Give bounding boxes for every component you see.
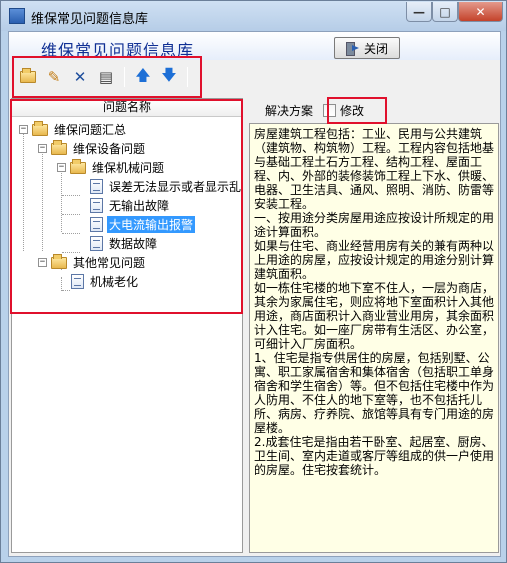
exit-icon — [345, 42, 360, 56]
app-window: 维保常见问题信息库 — □ ✕ 维保常见问题信息库 关闭 ✎ ✕ ▤ 🡅 🡇 问… — [0, 0, 507, 563]
title-bar[interactable]: 维保常见问题信息库 — □ ✕ — [1, 1, 506, 31]
tree-node-label: 维保问题汇总 — [54, 123, 127, 137]
solution-tab[interactable]: 解决方案 — [265, 102, 313, 119]
document-icon — [90, 198, 103, 213]
header-band: 维保常见问题信息库 关闭 — [9, 32, 500, 60]
collapse-toggle[interactable]: − — [38, 144, 47, 153]
move-up-icon: 🡅 — [135, 65, 151, 84]
tree-node-root[interactable]: − 维保问题汇总 — [19, 120, 128, 139]
solution-paragraph: 房屋建筑工程包括：工业、民用与公共建筑（建筑物、构筑物）工程。工程内容包括地基与… — [254, 127, 495, 211]
delete-button[interactable]: ✕ — [69, 66, 91, 88]
tree-node-label: 无输出故障 — [109, 199, 170, 213]
toolbar-separator — [124, 67, 125, 87]
solution-paragraph: 2.成套住宅是指由若干卧室、起居室、厨房、卫生间、室内走道或客厅等组成的供一户使… — [254, 435, 495, 477]
tree-node-other[interactable]: − 其他常见问题 — [38, 253, 147, 272]
open-folder-button[interactable] — [17, 66, 39, 88]
solution-content[interactable]: 房屋建筑工程包括：工业、民用与公共建筑（建筑物、构筑物）工程。工程内容包括地基与… — [249, 123, 499, 553]
collapse-toggle[interactable]: − — [19, 125, 28, 134]
tree-connector — [62, 233, 80, 234]
tree-node-label: 维保设备问题 — [73, 142, 146, 156]
move-down-button[interactable]: 🡇 — [158, 66, 180, 88]
question-tree-panel: 问题名称 − 维保问题汇总 − 维保设备问题 − 维保机械问题 误差无法显示或者… — [11, 98, 243, 553]
tree-connector — [62, 290, 70, 291]
collapse-toggle[interactable]: − — [57, 163, 66, 172]
client-area: 维保常见问题信息库 关闭 ✎ ✕ ▤ 🡅 🡇 问题名称 − 维保问题汇总 − 维… — [8, 31, 501, 557]
edit-label: 修改 — [340, 103, 365, 118]
collapse-toggle[interactable]: − — [38, 258, 47, 267]
maximize-button[interactable]: □ — [432, 2, 458, 22]
tree-node-label: 误差无法显示或者显示乱 — [109, 180, 242, 194]
document-icon — [90, 179, 103, 194]
tree-connector — [62, 195, 80, 196]
tree-connector — [23, 129, 24, 251]
window-title: 维保常见问题信息库 — [31, 12, 149, 27]
tree-node-equipment[interactable]: − 维保设备问题 — [38, 139, 147, 158]
folder-open-icon — [51, 253, 67, 269]
tree-node-label: 数据故障 — [109, 237, 158, 251]
document-icon — [90, 217, 103, 232]
tree-node-label: 其他常见问题 — [73, 256, 146, 270]
app-icon — [9, 8, 25, 24]
tree-node-item[interactable]: 无输出故障 — [90, 196, 171, 215]
page-title: 维保常见问题信息库 — [41, 41, 195, 60]
folder-open-icon — [70, 158, 86, 174]
tree-node-label: 维保机械问题 — [92, 161, 165, 175]
toolbar-separator — [187, 67, 188, 87]
close-button[interactable]: 关闭 — [334, 37, 400, 59]
close-button-label: 关闭 — [363, 41, 388, 56]
tree-connector — [62, 214, 80, 215]
document-icon — [90, 236, 103, 251]
folder-open-icon — [32, 120, 48, 136]
tree-node-label: 机械老化 — [90, 275, 139, 289]
properties-icon: ▤ — [98, 68, 114, 86]
properties-button[interactable]: ▤ — [95, 66, 117, 88]
tree-node-item[interactable]: 数据故障 — [90, 234, 159, 253]
tree-column-header[interactable]: 问题名称 — [12, 99, 242, 117]
minimize-button[interactable]: — — [406, 2, 432, 22]
edit-button[interactable]: ✎ — [43, 66, 65, 88]
solution-paragraph: 1、住宅是指专供居住的房屋，包括别墅、公寓、职工家属宿舍和集体宿舍（包括职工单身… — [254, 351, 495, 435]
tree-node-item[interactable]: 误差无法显示或者显示乱 — [90, 177, 243, 196]
tree-connector — [61, 277, 62, 291]
solution-paragraph: 如果与住宅、商业经营用房有关的兼有两种以上用途的房屋，应按设计规定的用途分别计算… — [254, 239, 495, 281]
document-icon — [71, 274, 84, 289]
delete-icon: ✕ — [73, 68, 87, 86]
move-up-button[interactable]: 🡅 — [132, 66, 154, 88]
move-down-icon: 🡇 — [161, 65, 177, 84]
edit-checkbox[interactable] — [323, 103, 337, 117]
solution-paragraph: 如一栋住宅楼的地下室不住人，一层为商店，其余为家属住宅，则应将地下室面积计入其他… — [254, 281, 495, 351]
tree-node-item[interactable]: 机械老化 — [71, 272, 140, 291]
edit-icon: ✎ — [47, 68, 61, 86]
close-window-button[interactable]: ✕ — [458, 2, 503, 22]
edit-toggle[interactable]: 修改 — [323, 102, 364, 119]
tree-connector — [42, 148, 43, 251]
folder-open-icon — [51, 139, 67, 155]
toolbar: ✎ ✕ ▤ 🡅 🡇 — [11, 62, 201, 92]
tree-node-item-selected[interactable]: 大电流输出报警 — [90, 215, 196, 234]
tree-node-mechanical[interactable]: − 维保机械问题 — [57, 158, 166, 177]
solution-paragraph: 一、按用途分类房屋用途应按设计所规定的用途计算面积。 — [254, 211, 495, 239]
solution-header: 解决方案 修改 — [249, 98, 499, 122]
open-folder-icon — [20, 68, 36, 83]
tree-node-label: 大电流输出报警 — [107, 216, 196, 233]
